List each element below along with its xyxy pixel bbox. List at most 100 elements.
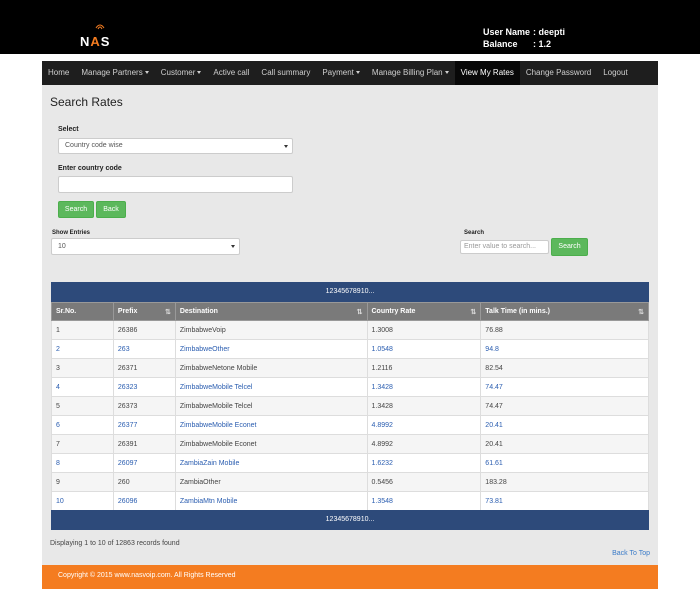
user-name-label: User Name — [483, 27, 531, 37]
column-header[interactable]: Sr.No. — [51, 302, 114, 321]
nav-item-manage-partners[interactable]: Manage Partners — [75, 61, 154, 85]
pagination-bottom[interactable]: 12345678910... — [51, 510, 649, 530]
signal-icon — [95, 24, 105, 30]
table-search-button[interactable]: Search — [551, 238, 588, 256]
table-cell: 1.2116 — [366, 358, 482, 378]
user-info: User Name: deepti Balance : 1.2 — [483, 26, 565, 50]
rates-table: Sr.No. Prefix ⇅ Destination ⇅ Country Rate ⇅ Ta… — [51, 302, 649, 511]
table-cell: 1.3008 — [366, 320, 482, 340]
table-cell: 6 — [51, 415, 114, 435]
caret-down-icon — [197, 71, 202, 75]
table-cell: ZimbabweMobile Telcel — [174, 396, 368, 416]
search-button[interactable]: Search — [58, 201, 94, 218]
country-code-input[interactable] — [58, 176, 293, 193]
table-cell: 26096 — [112, 491, 176, 511]
table-cell: 26391 — [112, 434, 176, 454]
nav-item-label: Logout — [603, 68, 628, 77]
top-header: NAS User Name: deepti Balance : 1.2 — [0, 0, 700, 54]
nav-item-home[interactable]: Home — [42, 61, 75, 85]
nav-item-active-call[interactable]: Active call — [207, 61, 255, 85]
table-row: 10 26096 ZambiaMtn Mobile 1.3548 73.81 — [51, 491, 649, 511]
table-cell: ZambiaOther — [174, 472, 368, 492]
column-header[interactable]: Talk Time (in mins.) ⇅ — [480, 302, 649, 321]
nav-item-call-summary[interactable]: Call summary — [255, 61, 316, 85]
show-entries-select[interactable]: 10 — [51, 238, 240, 255]
table-cell: 76.88 — [480, 320, 649, 340]
table-cell: ZimbabweNetone Mobile — [174, 358, 368, 378]
table-cell: 1.6232 — [366, 453, 482, 473]
table-row: 1 26386 ZimbabweVoip 1.3008 76.88 — [51, 320, 649, 340]
back-to-top-link[interactable]: Back To Top — [612, 550, 650, 557]
table-cell: 183.28 — [480, 472, 649, 492]
table-row: 6 26377 ZimbabweMobile Econet 4.8992 20.41 — [51, 415, 649, 435]
nav-item-change-password[interactable]: Change Password — [520, 61, 597, 85]
column-header[interactable]: Country Rate ⇅ — [366, 302, 482, 321]
table-cell: 1.3428 — [366, 377, 482, 397]
table-cell: 7 — [51, 434, 114, 454]
table-cell: 94.8 — [480, 339, 649, 359]
chevron-down-icon — [231, 245, 235, 248]
balance-label: Balance — [483, 39, 518, 49]
show-entries-value: 10 — [58, 243, 66, 250]
main-nav: Home Manage Partners Customer Active call Ca… — [42, 61, 658, 85]
nav-item-label: Manage Partners — [81, 68, 143, 77]
nas-logo[interactable]: NAS — [80, 22, 120, 49]
table-cell: 20.41 — [480, 415, 649, 435]
records-info: Displaying 1 to 10 of 12863 records foun… — [50, 540, 180, 547]
table-cell: 74.47 — [480, 377, 649, 397]
table-cell: 26386 — [112, 320, 176, 340]
table-cell: ZimbabweVoip — [174, 320, 368, 340]
page-title: Search Rates — [50, 95, 123, 109]
table-cell: ZimbabweOther — [174, 339, 368, 359]
nav-item-label: Customer — [160, 68, 196, 77]
nav-item-label: View My Rates — [460, 68, 514, 77]
nav-item-label: Home — [48, 68, 70, 77]
nav-item-manage-billing-plan[interactable]: Manage Billing Plan — [366, 61, 455, 85]
sort-icon[interactable]: ⇅ — [165, 308, 171, 316]
table-cell: 1.0548 — [366, 339, 482, 359]
table-cell: 61.61 — [480, 453, 649, 473]
table-cell: 5 — [51, 396, 114, 416]
column-header-label: Sr.No. — [56, 308, 77, 315]
table-cell: 20.41 — [480, 434, 649, 454]
table-search-input[interactable]: Enter value to search... — [460, 240, 549, 254]
table-cell: 1 — [51, 320, 114, 340]
table-search-label: Search — [464, 230, 485, 236]
table-cell: 260 — [112, 472, 176, 492]
column-header[interactable]: Prefix ⇅ — [112, 302, 176, 321]
table-cell: 3 — [51, 358, 114, 378]
table-cell: ZambiaZain Mobile — [174, 453, 368, 473]
table-row: 8 26097 ZambiaZain Mobile 1.6232 61.61 — [51, 453, 649, 473]
table-cell: 1.3548 — [366, 491, 482, 511]
table-cell: 0.5456 — [366, 472, 482, 492]
table-header-row: Sr.No. Prefix ⇅ Destination ⇅ Country Rate ⇅ Ta… — [51, 302, 649, 321]
table-row: 2 263 ZimbabweOther 1.0548 94.8 — [51, 339, 649, 359]
column-header-label: Prefix — [117, 308, 138, 315]
table-cell: 82.54 — [480, 358, 649, 378]
nav-item-view-my-rates[interactable]: View My Rates — [454, 61, 520, 85]
nav-item-label: Payment — [322, 68, 354, 77]
column-header[interactable]: Destination ⇅ — [174, 302, 368, 321]
sort-icon[interactable]: ⇅ — [470, 308, 476, 316]
pagination-top[interactable]: 12345678910... — [51, 282, 649, 302]
table-cell: ZambiaMtn Mobile — [174, 491, 368, 511]
logo-text: NAS — [80, 34, 111, 49]
sort-icon[interactable]: ⇅ — [638, 308, 644, 316]
nav-item-customer[interactable]: Customer — [155, 61, 208, 85]
nav-item-payment[interactable]: Payment — [316, 61, 366, 85]
nav-item-logout[interactable]: Logout — [597, 61, 633, 85]
table-row: 9 260 ZambiaOther 0.5456 183.28 — [51, 472, 649, 492]
copyright-footer: Copyright © 2015 www.nasvoip.com. All Ri… — [42, 565, 658, 589]
table-cell: 4.8992 — [366, 434, 482, 454]
nav-item-label: Active call — [213, 68, 250, 77]
back-button[interactable]: Back — [96, 201, 126, 218]
sort-icon[interactable]: ⇅ — [357, 308, 363, 316]
balance-value: : 1.2 — [533, 39, 552, 49]
table-cell: ZimbabweMobile Econet — [174, 434, 368, 454]
nav-item-label: Call summary — [261, 68, 311, 77]
table-cell: 8 — [51, 453, 114, 473]
search-type-select[interactable]: Country code wise — [58, 138, 293, 154]
column-header-label: Country Rate — [371, 308, 416, 315]
table-cell: 26323 — [112, 377, 176, 397]
user-name-value: : deepti — [533, 27, 566, 37]
